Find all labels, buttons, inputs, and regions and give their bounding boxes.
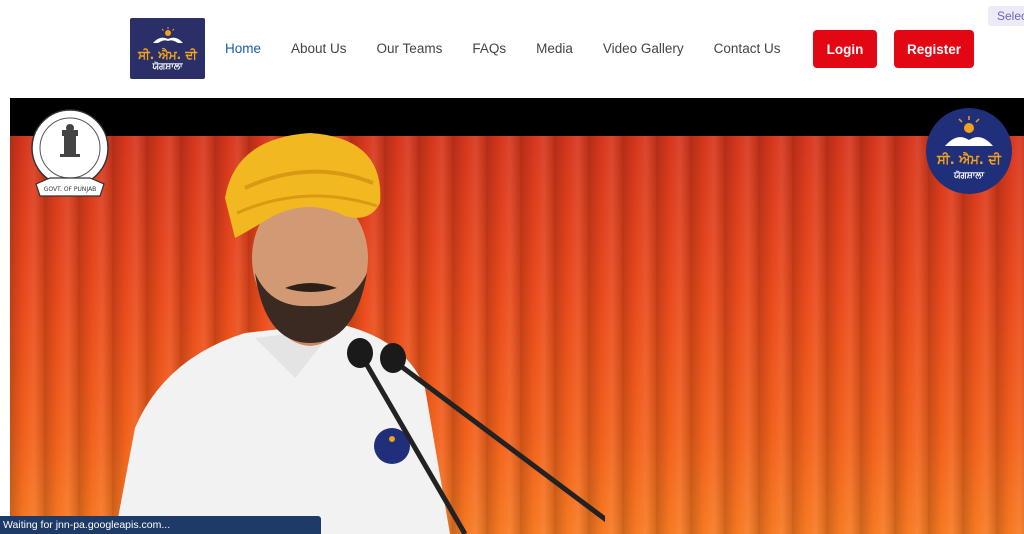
nav-our-teams[interactable]: Our Teams (377, 40, 443, 58)
yoga-emblem-icon (152, 27, 183, 43)
nav-media[interactable]: Media (536, 40, 573, 58)
speaker-figure (115, 133, 605, 534)
badge-text-line1: ਸੀ. ਐਮ. ਦੀ (936, 151, 1002, 168)
hero-video[interactable]: GOVT. OF PUNJAB ਸੀ. ਐਮ. ਦੀ ਯੋਗਸ਼ਾਲਾ (10, 98, 1024, 534)
nav-contact-us[interactable]: Contact Us (714, 40, 781, 58)
logo-text-line1: ਸੀ. ਐਮ. ਦੀ (138, 48, 197, 62)
register-button[interactable]: Register (894, 30, 974, 68)
logo-text-line2: ਯੋਗਸ਼ਾਲਾ (152, 62, 183, 72)
main-nav: Home About Us Our Teams FAQs Media Video… (225, 40, 810, 58)
nav-home[interactable]: Home (225, 40, 261, 58)
language-select[interactable]: Select Language (988, 6, 1024, 26)
nav-video-gallery[interactable]: Video Gallery (603, 40, 684, 58)
site-logo[interactable]: ਸੀ. ਐਮ. ਦੀ ਯੋਗਸ਼ਾਲਾ (130, 18, 205, 79)
seal-text: GOVT. OF PUNJAB (44, 186, 97, 193)
login-button[interactable]: Login (813, 30, 877, 68)
govt-seal-icon: GOVT. OF PUNJAB (31, 109, 109, 197)
nav-about-us[interactable]: About Us (291, 40, 347, 58)
site-header: ਸੀ. ਐਮ. ਦੀ ਯੋਗਸ਼ਾਲਾ Home About Us Our Te… (0, 0, 1024, 96)
nav-faqs[interactable]: FAQs (472, 40, 506, 58)
yogshala-badge-icon: ਸੀ. ਐਮ. ਦੀ ਯੋਗਸ਼ਾਲਾ (926, 108, 1012, 194)
browser-status-bar: Waiting for jnn-pa.googleapis.com... (0, 516, 321, 534)
